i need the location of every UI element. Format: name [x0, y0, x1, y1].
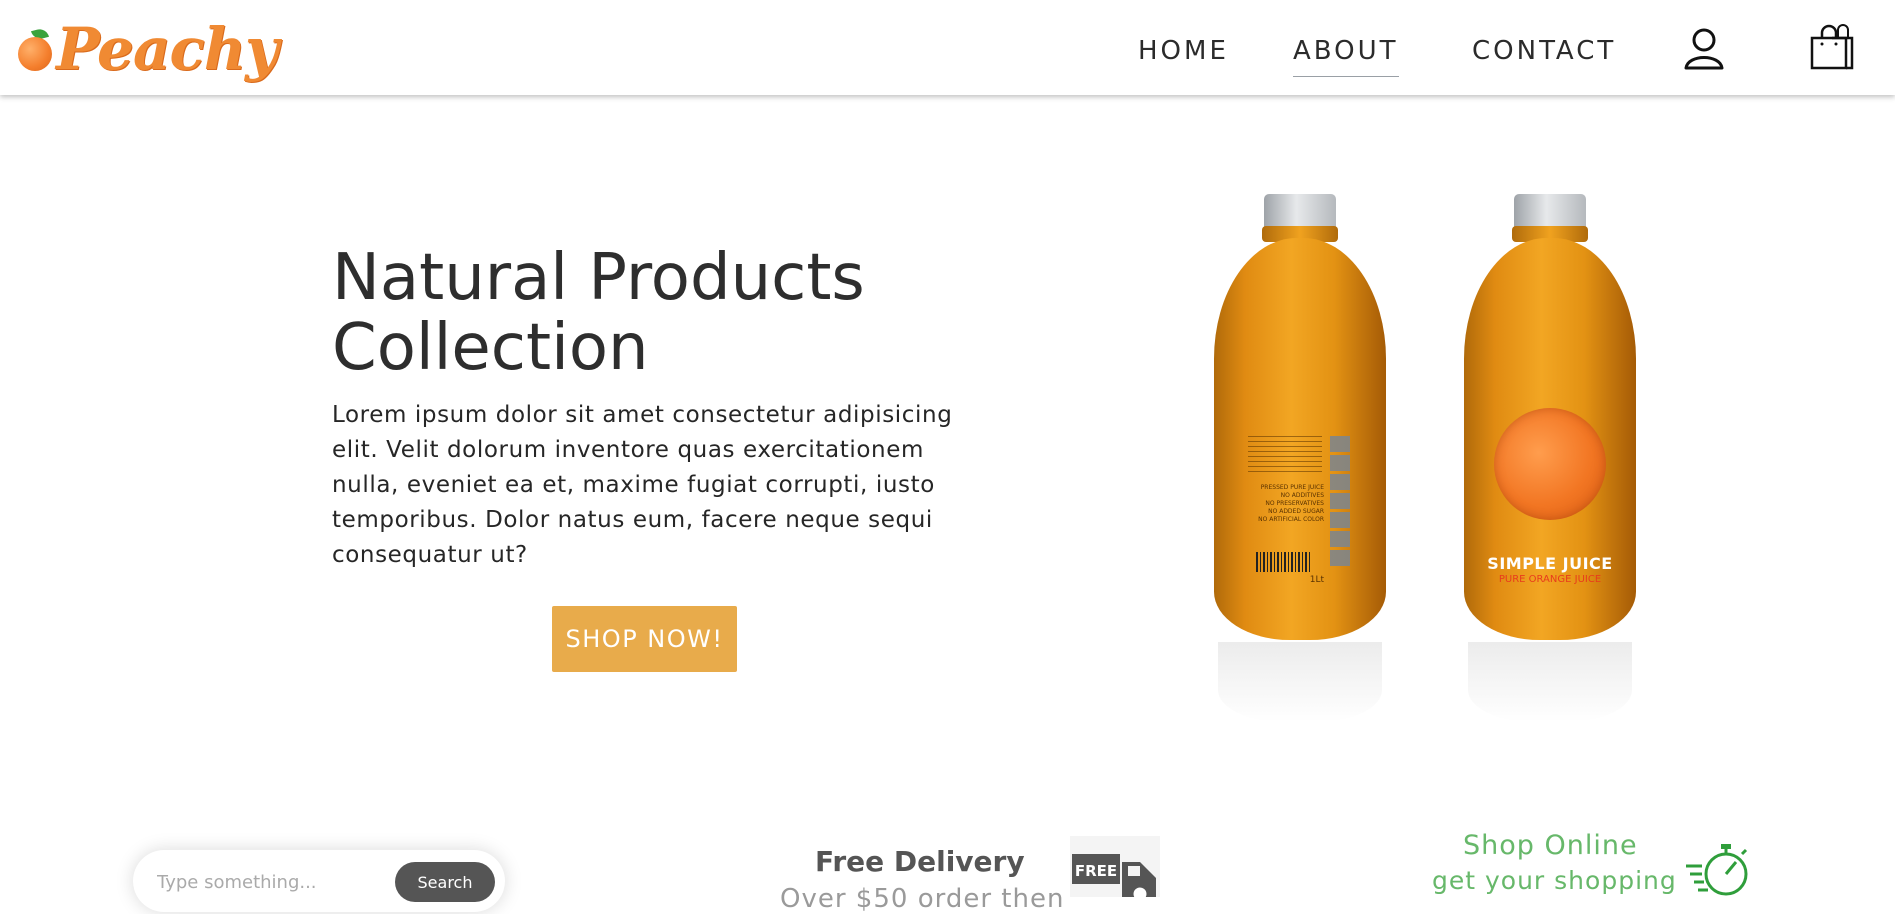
shop-online-title: Shop Online — [1463, 830, 1638, 861]
hero-description: Lorem ipsum dolor sit amet consectetur a… — [332, 402, 953, 568]
peach-icon — [16, 27, 54, 71]
search-input[interactable] — [155, 866, 359, 898]
search-box: Search — [133, 850, 505, 912]
bottle-brand: SIMPLE JUICE — [1487, 554, 1613, 573]
fast-timer-icon — [1684, 840, 1754, 897]
shopping-bag-icon[interactable] — [1808, 24, 1856, 76]
nav-contact[interactable]: CONTACT — [1472, 36, 1616, 66]
juice-bottle-front: SIMPLE JUICE PURE ORANGE JUICE — [1464, 180, 1636, 722]
hero-title-line2: Collection — [332, 311, 649, 385]
hero-title: Natural Products Collection — [332, 243, 1032, 383]
brand-name: Peachy — [56, 15, 279, 83]
search-button[interactable]: Search — [395, 862, 495, 902]
bottle-subtitle: PURE ORANGE JUICE — [1498, 574, 1602, 585]
brand-logo[interactable]: Peachy — [16, 14, 279, 84]
barcode-icon — [1256, 552, 1312, 572]
volume-label: 1Lt — [1309, 575, 1324, 585]
nav-about[interactable]: ABOUT — [1293, 36, 1399, 77]
back-label-text: PRESSED PURE JUICE NO ADDITIVES NO PRESE… — [1258, 484, 1324, 523]
shop-online-subtitle: get your shopping — [1432, 866, 1677, 895]
delivery-title: Free Delivery — [815, 845, 1025, 878]
nav-home[interactable]: HOME — [1138, 36, 1229, 66]
orange-icon — [1494, 408, 1606, 520]
truck-badge-text: FREE — [1075, 862, 1117, 880]
shop-now-button[interactable]: SHOP NOW! — [552, 606, 737, 672]
free-delivery-truck-icon: FREE — [1070, 836, 1160, 904]
hero-title-line1: Natural Products — [332, 241, 865, 315]
site-header: Peachy HOME ABOUT CONTACT — [0, 0, 1895, 95]
product-image: PRESSED PURE JUICE NO ADDITIVES NO PRESE… — [1200, 180, 1660, 740]
user-icon[interactable] — [1682, 26, 1726, 74]
juice-bottle-back: PRESSED PURE JUICE NO ADDITIVES NO PRESE… — [1214, 180, 1386, 722]
delivery-subtitle: Over $50 order then — [780, 884, 1065, 914]
